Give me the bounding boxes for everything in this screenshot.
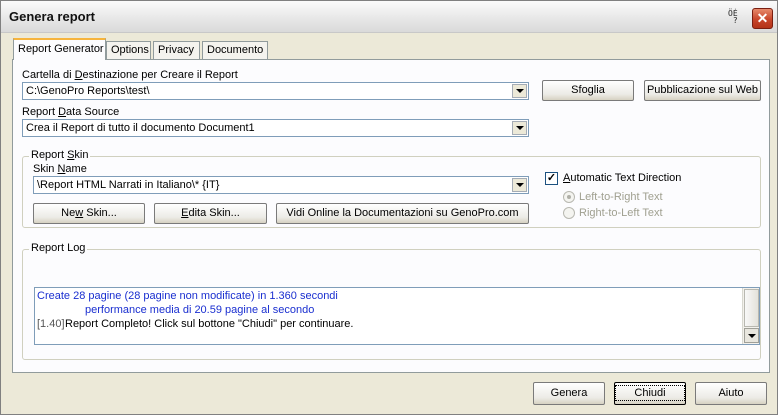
edit-skin-button[interactable]: Edita Skin... — [154, 203, 267, 224]
generate-button[interactable]: Genera — [533, 382, 605, 405]
log-line: performance media di 20.59 pagine al sec… — [85, 304, 315, 316]
chevron-down-icon[interactable] — [512, 84, 527, 98]
right-to-left-radio[interactable] — [563, 207, 575, 219]
close-button[interactable]: Chiudi — [614, 382, 686, 405]
help-context-icon[interactable]: ÖĖ ? — [728, 10, 744, 25]
report-skin-group-title: Report Skin — [29, 149, 91, 161]
log-line: Report Completo! Click sul bottone "Chiu… — [65, 318, 354, 330]
data-source-value: Crea il Report di tutto il documento Doc… — [26, 122, 255, 134]
scrollbar-thumb[interactable] — [744, 289, 759, 327]
view-online-docs-button[interactable]: Vidi Online la Documentazioni su GenoPro… — [276, 203, 529, 224]
help-button[interactable]: Aiuto — [695, 382, 767, 405]
log-timestamp: [1.40] — [37, 318, 65, 330]
automatic-text-direction-label: Automatic Text Direction — [563, 172, 682, 184]
log-line: Create 28 pagine (28 pagine non modifica… — [37, 290, 338, 302]
genera-report-dialog: Genera report ÖĖ ? ✕ Report Generator Op… — [0, 0, 778, 415]
skin-name-label: Skin Name — [33, 163, 87, 175]
report-generator-panel: Cartella di Destinazione per Creare il R… — [12, 59, 770, 373]
report-log-group-title: Report Log — [29, 242, 88, 254]
chevron-down-icon[interactable] — [512, 178, 527, 192]
left-to-right-label: Left-to-Right Text — [579, 191, 663, 203]
new-skin-button[interactable]: New Skin... — [33, 203, 145, 224]
window-title: Genera report — [9, 9, 95, 24]
tab-privacy[interactable]: Privacy — [153, 41, 200, 60]
report-log-output[interactable]: Create 28 pagine (28 pagine non modifica… — [34, 287, 760, 345]
skin-name-combo[interactable]: \Report HTML Narrati in Italiano\* {IT} — [33, 176, 529, 194]
browse-button[interactable]: Sfoglia — [542, 80, 634, 101]
data-source-combo[interactable]: Crea il Report di tutto il documento Doc… — [22, 119, 529, 137]
tab-options[interactable]: Options — [106, 41, 151, 60]
destination-label: Cartella di Destinazione per Creare il R… — [22, 69, 238, 81]
log-scrollbar[interactable] — [742, 288, 759, 344]
skin-name-value: \Report HTML Narrati in Italiano\* {IT} — [37, 179, 220, 191]
left-to-right-radio[interactable] — [563, 191, 575, 203]
right-to-left-label: Right-to-Left Text — [579, 207, 663, 219]
data-source-label: Report Data Source — [22, 106, 120, 118]
close-window-button[interactable]: ✕ — [752, 8, 773, 29]
title-bar[interactable]: Genera report ÖĖ ? ✕ — [1, 1, 777, 33]
chevron-down-icon[interactable] — [512, 121, 527, 135]
scroll-down-icon[interactable] — [744, 328, 759, 343]
publish-web-button[interactable]: Pubblicazione sul Web — [644, 80, 761, 101]
automatic-text-direction-checkbox[interactable]: ✓ — [545, 172, 558, 185]
tab-report-generator[interactable]: Report Generator — [13, 38, 106, 60]
tab-documento[interactable]: Documento — [202, 41, 268, 60]
destination-value: C:\GenoPro Reports\test\ — [26, 85, 150, 97]
destination-combo[interactable]: C:\GenoPro Reports\test\ — [22, 82, 529, 100]
